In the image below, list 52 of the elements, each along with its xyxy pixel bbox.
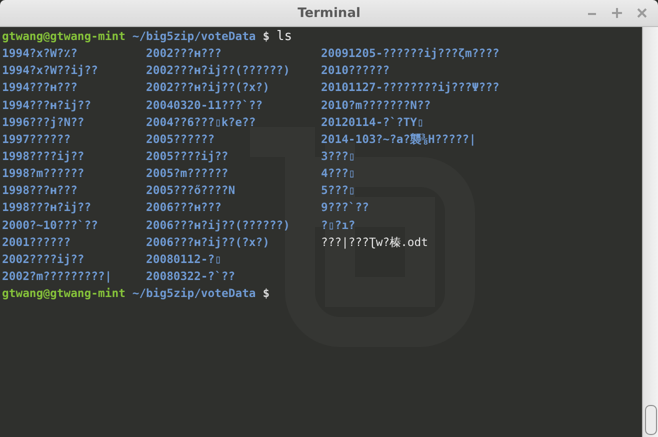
- directory-name: 20080112-?▯: [146, 250, 222, 268]
- directory-name: 20101127-????????ij???Ψ???: [321, 79, 500, 96]
- directory-name: 1997??????: [2, 130, 72, 148]
- directory-name: 2002????ij??: [2, 250, 86, 268]
- directory-name: 1998???ʜ???: [2, 182, 78, 200]
- directory-name: 2002???ʜ?ij??(??????): [146, 62, 292, 80]
- directory-name: 2005?m??????: [146, 165, 230, 182]
- directory-name: 2004??6???▯k?e??: [146, 114, 257, 131]
- directory-name: 4???▯: [321, 165, 356, 182]
- directory-name: 20091205-??????ij???ζm????: [321, 45, 500, 62]
- prompt-user-host: gtwang@gtwang-mint: [2, 285, 126, 302]
- directory-name: 20040320-11???`??: [146, 96, 264, 114]
- prompt-symbol: $: [262, 285, 270, 302]
- directory-name: 1994???ʜ?ij??: [2, 96, 92, 114]
- prompt-symbol: $: [262, 28, 270, 45]
- directory-name: 1998????ij??: [2, 148, 86, 165]
- directory-name: 2005????ij??: [146, 148, 230, 165]
- directory-name: ?▯?ı?: [321, 216, 356, 234]
- directory-name: 2006???ʜ???: [146, 199, 222, 216]
- file-name: ???|???Ʈw?榛.odt: [321, 234, 430, 251]
- close-icon[interactable]: [636, 7, 648, 19]
- directory-name: 2006???ʜ?ij??(?x?): [146, 234, 270, 251]
- directory-name: 2002?m?????????|: [2, 268, 113, 285]
- directory-name: 2002???ʜ?ij??(?x?): [146, 79, 270, 96]
- prompt-path: ~/big5zip/voteData: [132, 285, 256, 302]
- command-text: ls: [276, 28, 292, 46]
- scrollbar-thumb[interactable]: [644, 405, 656, 435]
- scrollbar[interactable]: [642, 27, 658, 437]
- directory-name: 2006???ʜ?ij??(??????): [146, 216, 292, 234]
- directory-name: 20080322-?`??: [146, 268, 236, 285]
- directory-name: 2014-103?~?a?襲⅜H?????|: [321, 130, 478, 148]
- directory-name: 2005??????: [146, 130, 216, 148]
- directory-name: 5???▯: [321, 182, 356, 200]
- directory-name: 2010??????: [321, 62, 391, 80]
- prompt-path: ~/big5zip/voteData: [132, 28, 256, 45]
- maximize-icon[interactable]: [611, 7, 623, 19]
- directory-name: 2002???ʜ???: [146, 45, 222, 62]
- directory-name: 3???▯: [321, 148, 356, 165]
- window-title: Terminal: [298, 6, 360, 20]
- directory-name: 1998???ʜ?ij??: [2, 199, 92, 216]
- directory-name: 2001??????: [2, 234, 72, 251]
- directory-name: 1994???ʜ???: [2, 79, 78, 96]
- directory-name: 1998?m??????: [2, 165, 86, 182]
- directory-name: 2000?~10???`??: [2, 216, 100, 234]
- directory-name: 1994?x?W??ij??: [2, 62, 100, 80]
- directory-name: 1994?x?W?٪?: [2, 45, 78, 62]
- directory-name: 2005???ő????N: [146, 182, 236, 200]
- directory-name: 9???`??: [321, 199, 370, 216]
- directory-name: 20120114-?`?TY▯: [321, 114, 425, 131]
- directory-name: 2010?m???????N??: [321, 96, 432, 114]
- directory-name: 1996???j?N??: [2, 114, 86, 131]
- prompt-user-host: gtwang@gtwang-mint: [2, 28, 126, 45]
